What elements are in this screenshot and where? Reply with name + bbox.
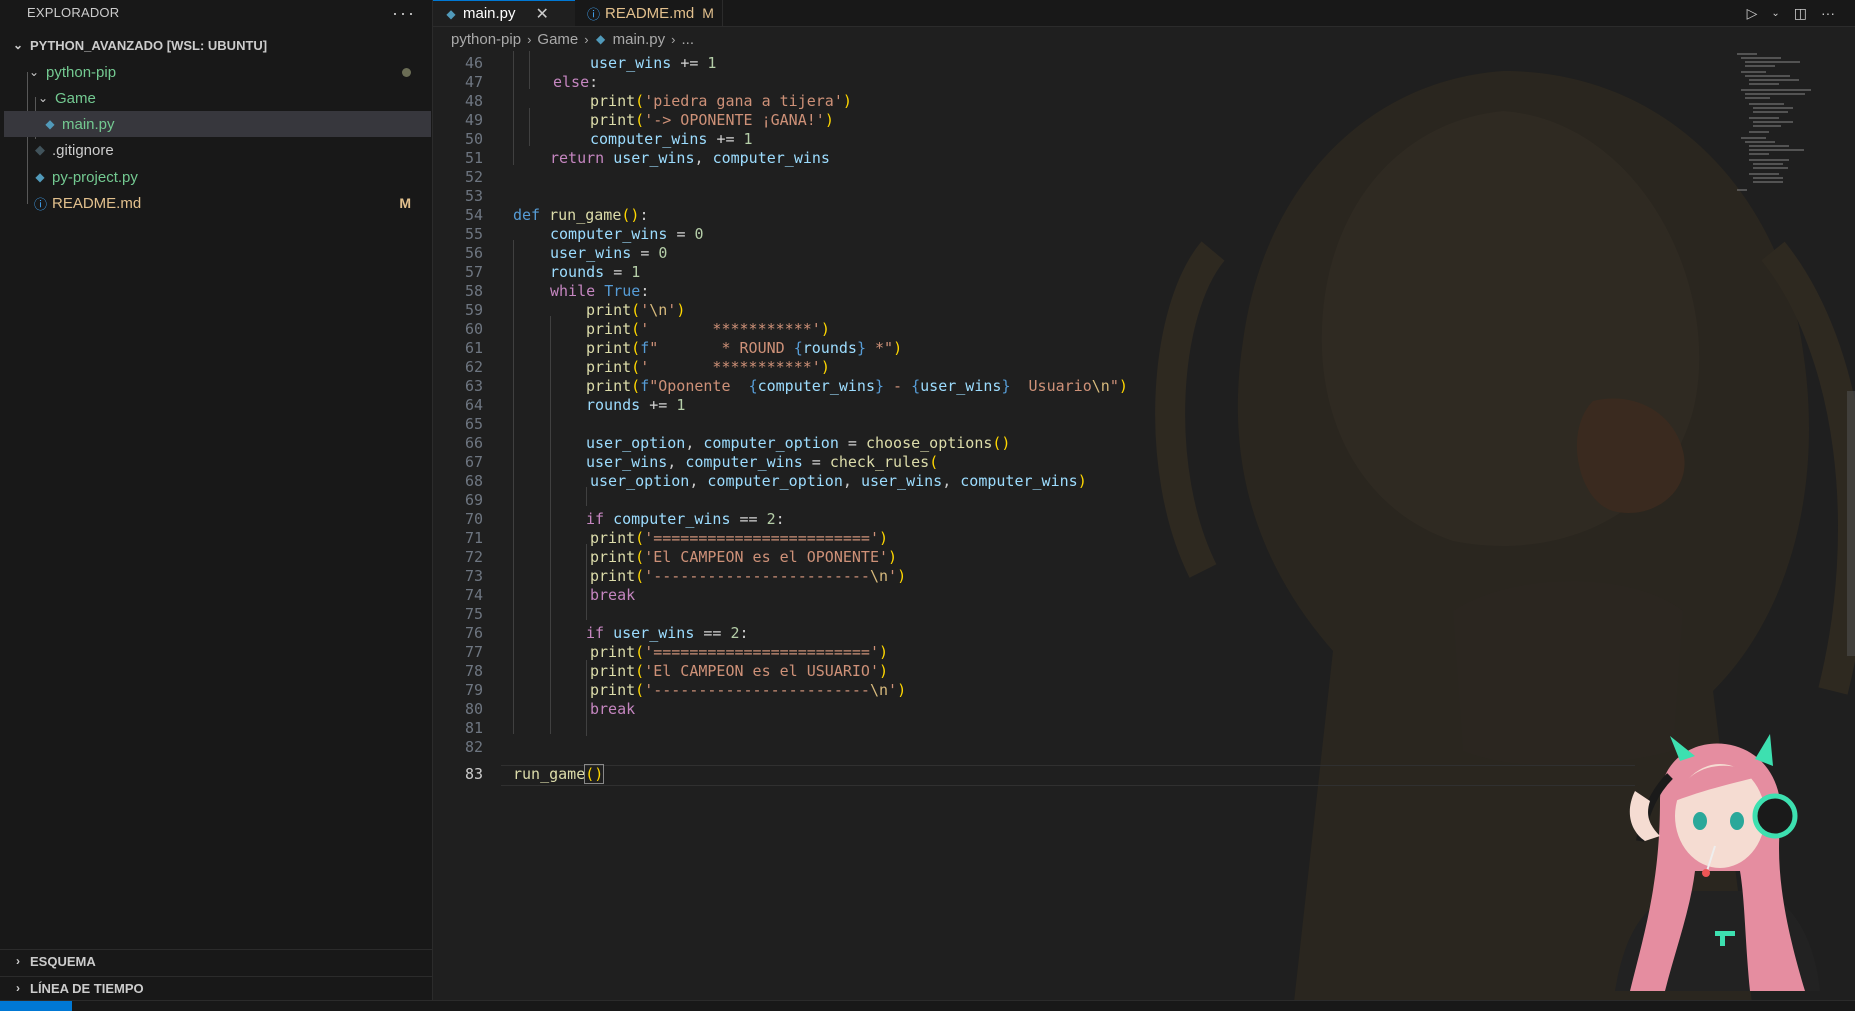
chevron-down-icon: ⌄ (12, 38, 24, 52)
info-icon: ⓘ (587, 6, 601, 22)
modified-dot-icon (402, 67, 411, 77)
code-line: 50 computer_wins += 1 (464, 130, 753, 148)
git-icon: ◆ (35, 142, 45, 157)
code-line: 46 user_wins += 1 (464, 54, 717, 72)
code-line: 65 (464, 415, 483, 433)
code-line: 71 print('========================') (464, 529, 889, 547)
code-line: 77 print('========================') (464, 643, 889, 661)
code-line: 66 user_option, computer_option = choose_… (464, 434, 1011, 452)
code-line: 54 def run_game(): (464, 206, 649, 224)
code-line: 60 print(' ***********') (464, 320, 830, 338)
modified-badge: M (399, 195, 411, 211)
code-line: 59 print('\n') (464, 301, 686, 319)
code-line: 67 user_wins, computer_wins = check_rules… (464, 453, 939, 471)
tree-item-label: .gitignore (52, 141, 114, 159)
file-readme[interactable]: ⓘ README.md M (4, 190, 431, 216)
folder-python-pip[interactable]: ⌄ python-pip (4, 59, 431, 85)
code-editor[interactable]: 46 user_wins += 1 47 else: 48 print('piedra… (433, 51, 1855, 1001)
chevron-down-icon: ⌄ (37, 91, 49, 105)
code-line: 53 (464, 187, 483, 205)
breadcrumb-symbol[interactable]: ... (681, 31, 694, 48)
ellipsis-icon[interactable]: ··· (1821, 5, 1835, 21)
run-icon[interactable]: ▷ (1747, 5, 1758, 22)
chevron-right-icon: › (671, 31, 676, 47)
code-line: 70 if computer_wins == 2: (464, 510, 785, 528)
code-line: 52 (464, 168, 483, 186)
workspace-title: PYTHON_AVANZADO [WSL: UBUNTU] (30, 37, 268, 53)
code-line: 57 rounds = 1 (464, 263, 641, 281)
tab-bar: ◆ main.py ✕ ⓘ README.md M ▷ ⌄ ◫ ··· (433, 0, 1855, 27)
code-line: 68 user_option, computer_option, user_win… (464, 472, 1087, 490)
chevron-right-icon: › (16, 954, 20, 968)
python-icon: ◆ (595, 32, 606, 46)
code-line: 80 break (464, 700, 636, 718)
minimap[interactable] (1735, 51, 1825, 201)
remote-indicator[interactable] (0, 1001, 72, 1011)
code-line: 78 print('El CAMPEON es el USUARIO') (464, 662, 889, 680)
breadcrumb: python-pip › Game › ◆ main.py › ... (433, 27, 1855, 51)
code-line: 79 print('------------------------\n') (464, 681, 907, 699)
code-line: 63 print(f"Oponente {computer_wins} - {us… (464, 377, 1128, 395)
python-icon: ◆ (446, 6, 456, 21)
code-line: 69 (464, 491, 483, 509)
code-line: 73 print('------------------------\n') (464, 567, 907, 585)
breadcrumb-folder[interactable]: python-pip (451, 31, 521, 48)
code-line: 76 if user_wins == 2: (464, 624, 749, 642)
tab-label: README.md (605, 4, 695, 22)
breadcrumb-folder[interactable]: Game (537, 31, 578, 48)
workspace-section[interactable]: ⌄ PYTHON_AVANZADO [WSL: UBUNTU] (0, 34, 442, 56)
python-icon: ◆ (45, 117, 55, 131)
code-line: 49 print('-> OPONENTE ¡GANA!') (464, 111, 834, 129)
outline-section[interactable]: › ESQUEMA (0, 949, 442, 972)
breadcrumb-file[interactable]: main.py (613, 31, 666, 48)
file-gitignore[interactable]: ◆ .gitignore (4, 137, 431, 163)
code-line: 74 break (464, 586, 636, 604)
code-line: 56 user_wins = 0 (464, 244, 668, 262)
vertical-scrollbar[interactable] (1847, 391, 1855, 656)
status-bar (0, 1000, 1855, 1011)
folder-game[interactable]: ⌄ Game (4, 85, 431, 111)
tree-item-label: README.md (52, 194, 142, 212)
outline-title: ESQUEMA (30, 953, 96, 969)
tab-main-py[interactable]: ◆ main.py ✕ (433, 0, 575, 26)
code-line: 47 else: (464, 73, 599, 91)
code-line: 61 print(f" * ROUND {rounds} *") (464, 339, 903, 357)
tree-item-label: python-pip (46, 63, 117, 81)
info-icon: ⓘ (34, 196, 48, 212)
anime-sticker (1615, 734, 1820, 991)
tree-item-label: main.py (62, 115, 115, 133)
file-py-project[interactable]: ◆ py-project.py (4, 164, 431, 190)
explorer-title: EXPLORADOR (27, 5, 120, 20)
tab-label: main.py (463, 5, 516, 22)
chevron-right-icon: › (584, 31, 589, 47)
code-line: 62 print(' ***********') (464, 358, 830, 376)
python-icon: ◆ (35, 170, 45, 184)
chevron-down-icon[interactable]: ⌄ (1771, 8, 1779, 19)
timeline-title: LÍNEA DE TIEMPO (30, 980, 144, 996)
ellipsis-icon[interactable]: ··· (392, 4, 416, 22)
chevron-right-icon: › (16, 981, 20, 995)
code-line: 58 while True: (464, 282, 650, 300)
tab-readme[interactable]: ⓘ README.md M (575, 0, 723, 26)
code-line: 64 rounds += 1 (464, 396, 686, 414)
explorer-header: EXPLORADOR ··· (0, 0, 432, 25)
explorer-sidebar: EXPLORADOR ··· ⌄ PYTHON_AVANZADO [WSL: U… (0, 0, 442, 1001)
tree-item-label: py-project.py (52, 168, 138, 186)
code-line: 75 (464, 605, 483, 623)
code-line: 51 return user_wins, computer_wins (464, 149, 830, 167)
close-icon[interactable]: ✕ (536, 4, 549, 24)
file-main-py[interactable]: ◆ main.py (4, 111, 431, 137)
chevron-right-icon: › (527, 31, 532, 47)
split-editor-icon[interactable]: ◫ (1794, 5, 1807, 22)
code-line: 55 computer_wins = 0 (464, 225, 704, 243)
code-line: 72 print('El CAMPEON es el OPONENTE') (464, 548, 898, 566)
modified-badge: M (702, 5, 714, 21)
chevron-down-icon: ⌄ (28, 65, 40, 79)
timeline-section[interactable]: › LÍNEA DE TIEMPO (0, 976, 442, 999)
code-line: 48 print('piedra gana a tijera') (464, 92, 852, 110)
editor-actions: ▷ ⌄ ◫ ··· (1747, 0, 1835, 26)
tree-item-label: Game (55, 89, 96, 107)
